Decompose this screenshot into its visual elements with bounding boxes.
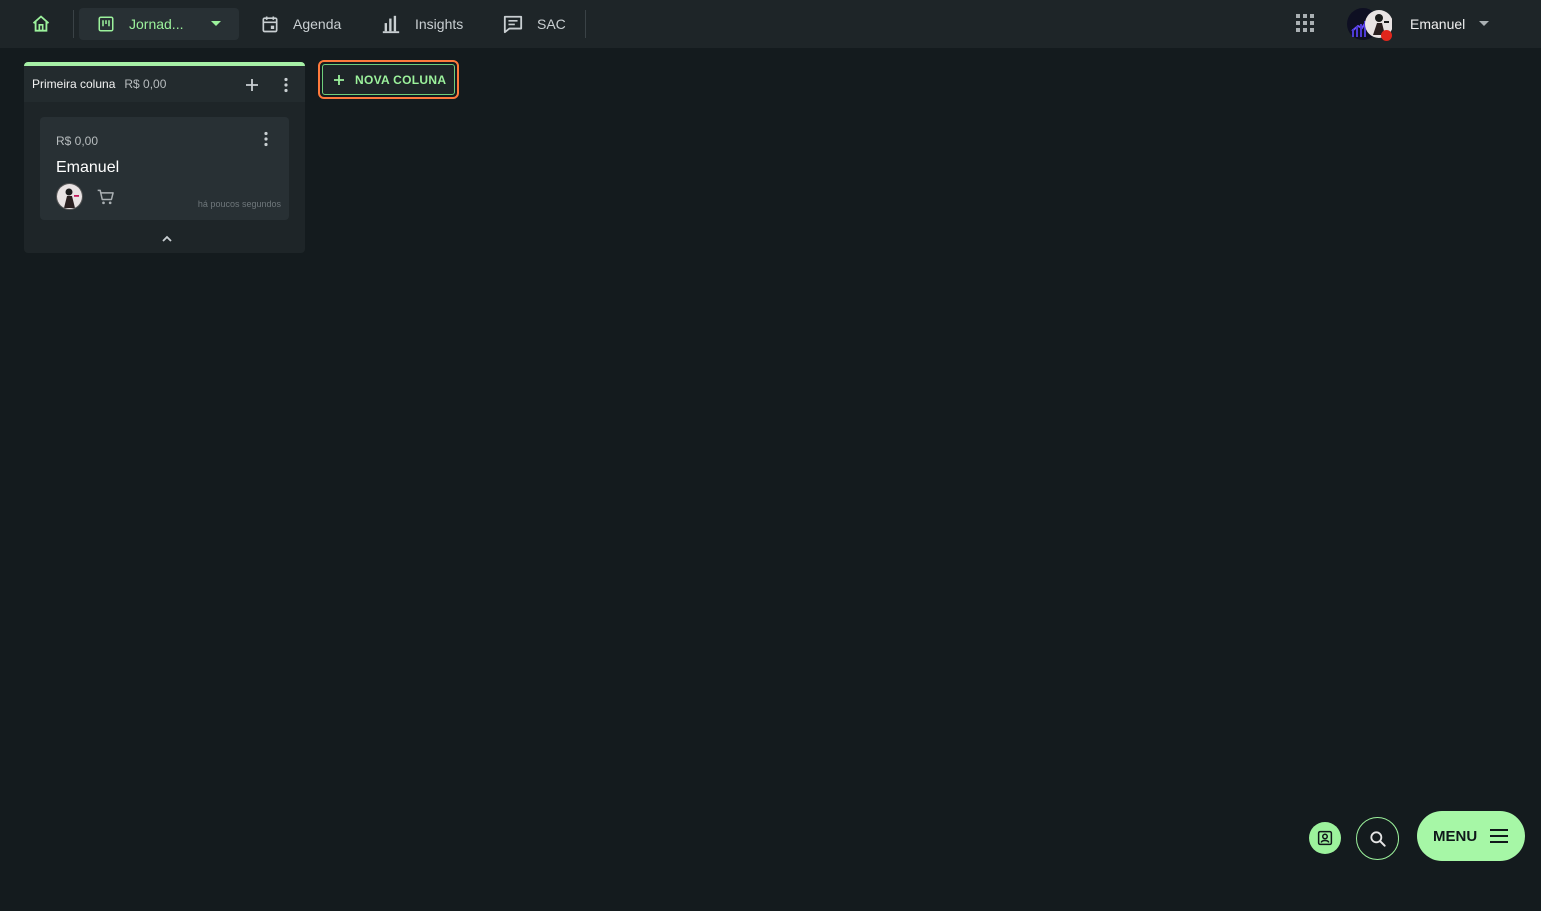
card-owner-avatar (56, 183, 83, 210)
top-navigation-bar: Jornad... Agenda Insights SAC Emanuel (0, 0, 1541, 48)
deal-card[interactable]: R$ 0,00 Emanuel há poucos segundos (40, 117, 289, 220)
new-column-label: NOVA COLUNA (355, 72, 447, 87)
apps-button[interactable] (1294, 12, 1316, 34)
avatar (1346, 7, 1393, 41)
calendar-icon (262, 16, 278, 33)
menu-label: MENU (1433, 827, 1478, 845)
card-timestamp: há poucos segundos (197, 199, 281, 209)
cart-icon (96, 187, 116, 207)
home-button[interactable] (24, 8, 58, 40)
search-icon (1369, 830, 1386, 847)
user-name: Emanuel (1410, 16, 1466, 32)
contact-card-icon (1317, 830, 1333, 846)
plus-icon (246, 79, 258, 91)
chevron-up-icon (162, 235, 172, 242)
new-column-button-body: NOVA COLUNA (322, 64, 455, 95)
kanban-column: Primeira coluna R$ 0,00 R$ 0,00 Emanuel (24, 62, 305, 253)
nav-insights-label: Insights (415, 16, 464, 32)
board-selector[interactable]: Jornad... (79, 8, 239, 40)
avatar-image (57, 184, 82, 209)
nav-sac-label: SAC (537, 16, 566, 32)
nav-agenda-label: Agenda (293, 16, 342, 32)
card-options-button[interactable] (256, 129, 276, 149)
search-button[interactable] (1356, 817, 1399, 860)
card-value: R$ 0,00 (56, 134, 99, 148)
column-header: Primeira coluna R$ 0,00 (24, 66, 305, 102)
divider (73, 10, 74, 38)
nav-sac[interactable]: SAC (502, 8, 566, 40)
contact-button[interactable] (1309, 822, 1341, 854)
column-total: R$ 0,00 (124, 77, 167, 91)
collapse-column-button[interactable] (158, 230, 176, 248)
add-card-button[interactable] (242, 75, 262, 95)
apps-grid-icon (1296, 14, 1314, 32)
user-menu[interactable]: Emanuel (1346, 6, 1490, 42)
plus-icon (334, 74, 344, 85)
kanban-board-icon (98, 16, 114, 32)
hamburger-icon (1490, 829, 1509, 843)
card-title: Emanuel (56, 159, 120, 176)
more-vertical-icon (264, 131, 268, 147)
chevron-down-icon (211, 21, 221, 26)
column-options-button[interactable] (276, 75, 296, 95)
more-vertical-icon (284, 77, 288, 93)
menu-button[interactable]: MENU (1417, 811, 1525, 861)
new-column-button[interactable]: NOVA COLUNA (318, 60, 459, 99)
nav-insights[interactable]: Insights (380, 8, 463, 40)
status-dot (1381, 30, 1392, 41)
column-title: Primeira coluna (32, 77, 116, 91)
chat-icon (503, 15, 523, 34)
divider (585, 10, 586, 38)
chevron-down-icon (1479, 21, 1490, 26)
bar-chart-icon (382, 15, 400, 34)
nav-agenda[interactable]: Agenda (260, 8, 341, 40)
board-name: Jornad... (129, 16, 184, 32)
home-icon (32, 15, 50, 32)
